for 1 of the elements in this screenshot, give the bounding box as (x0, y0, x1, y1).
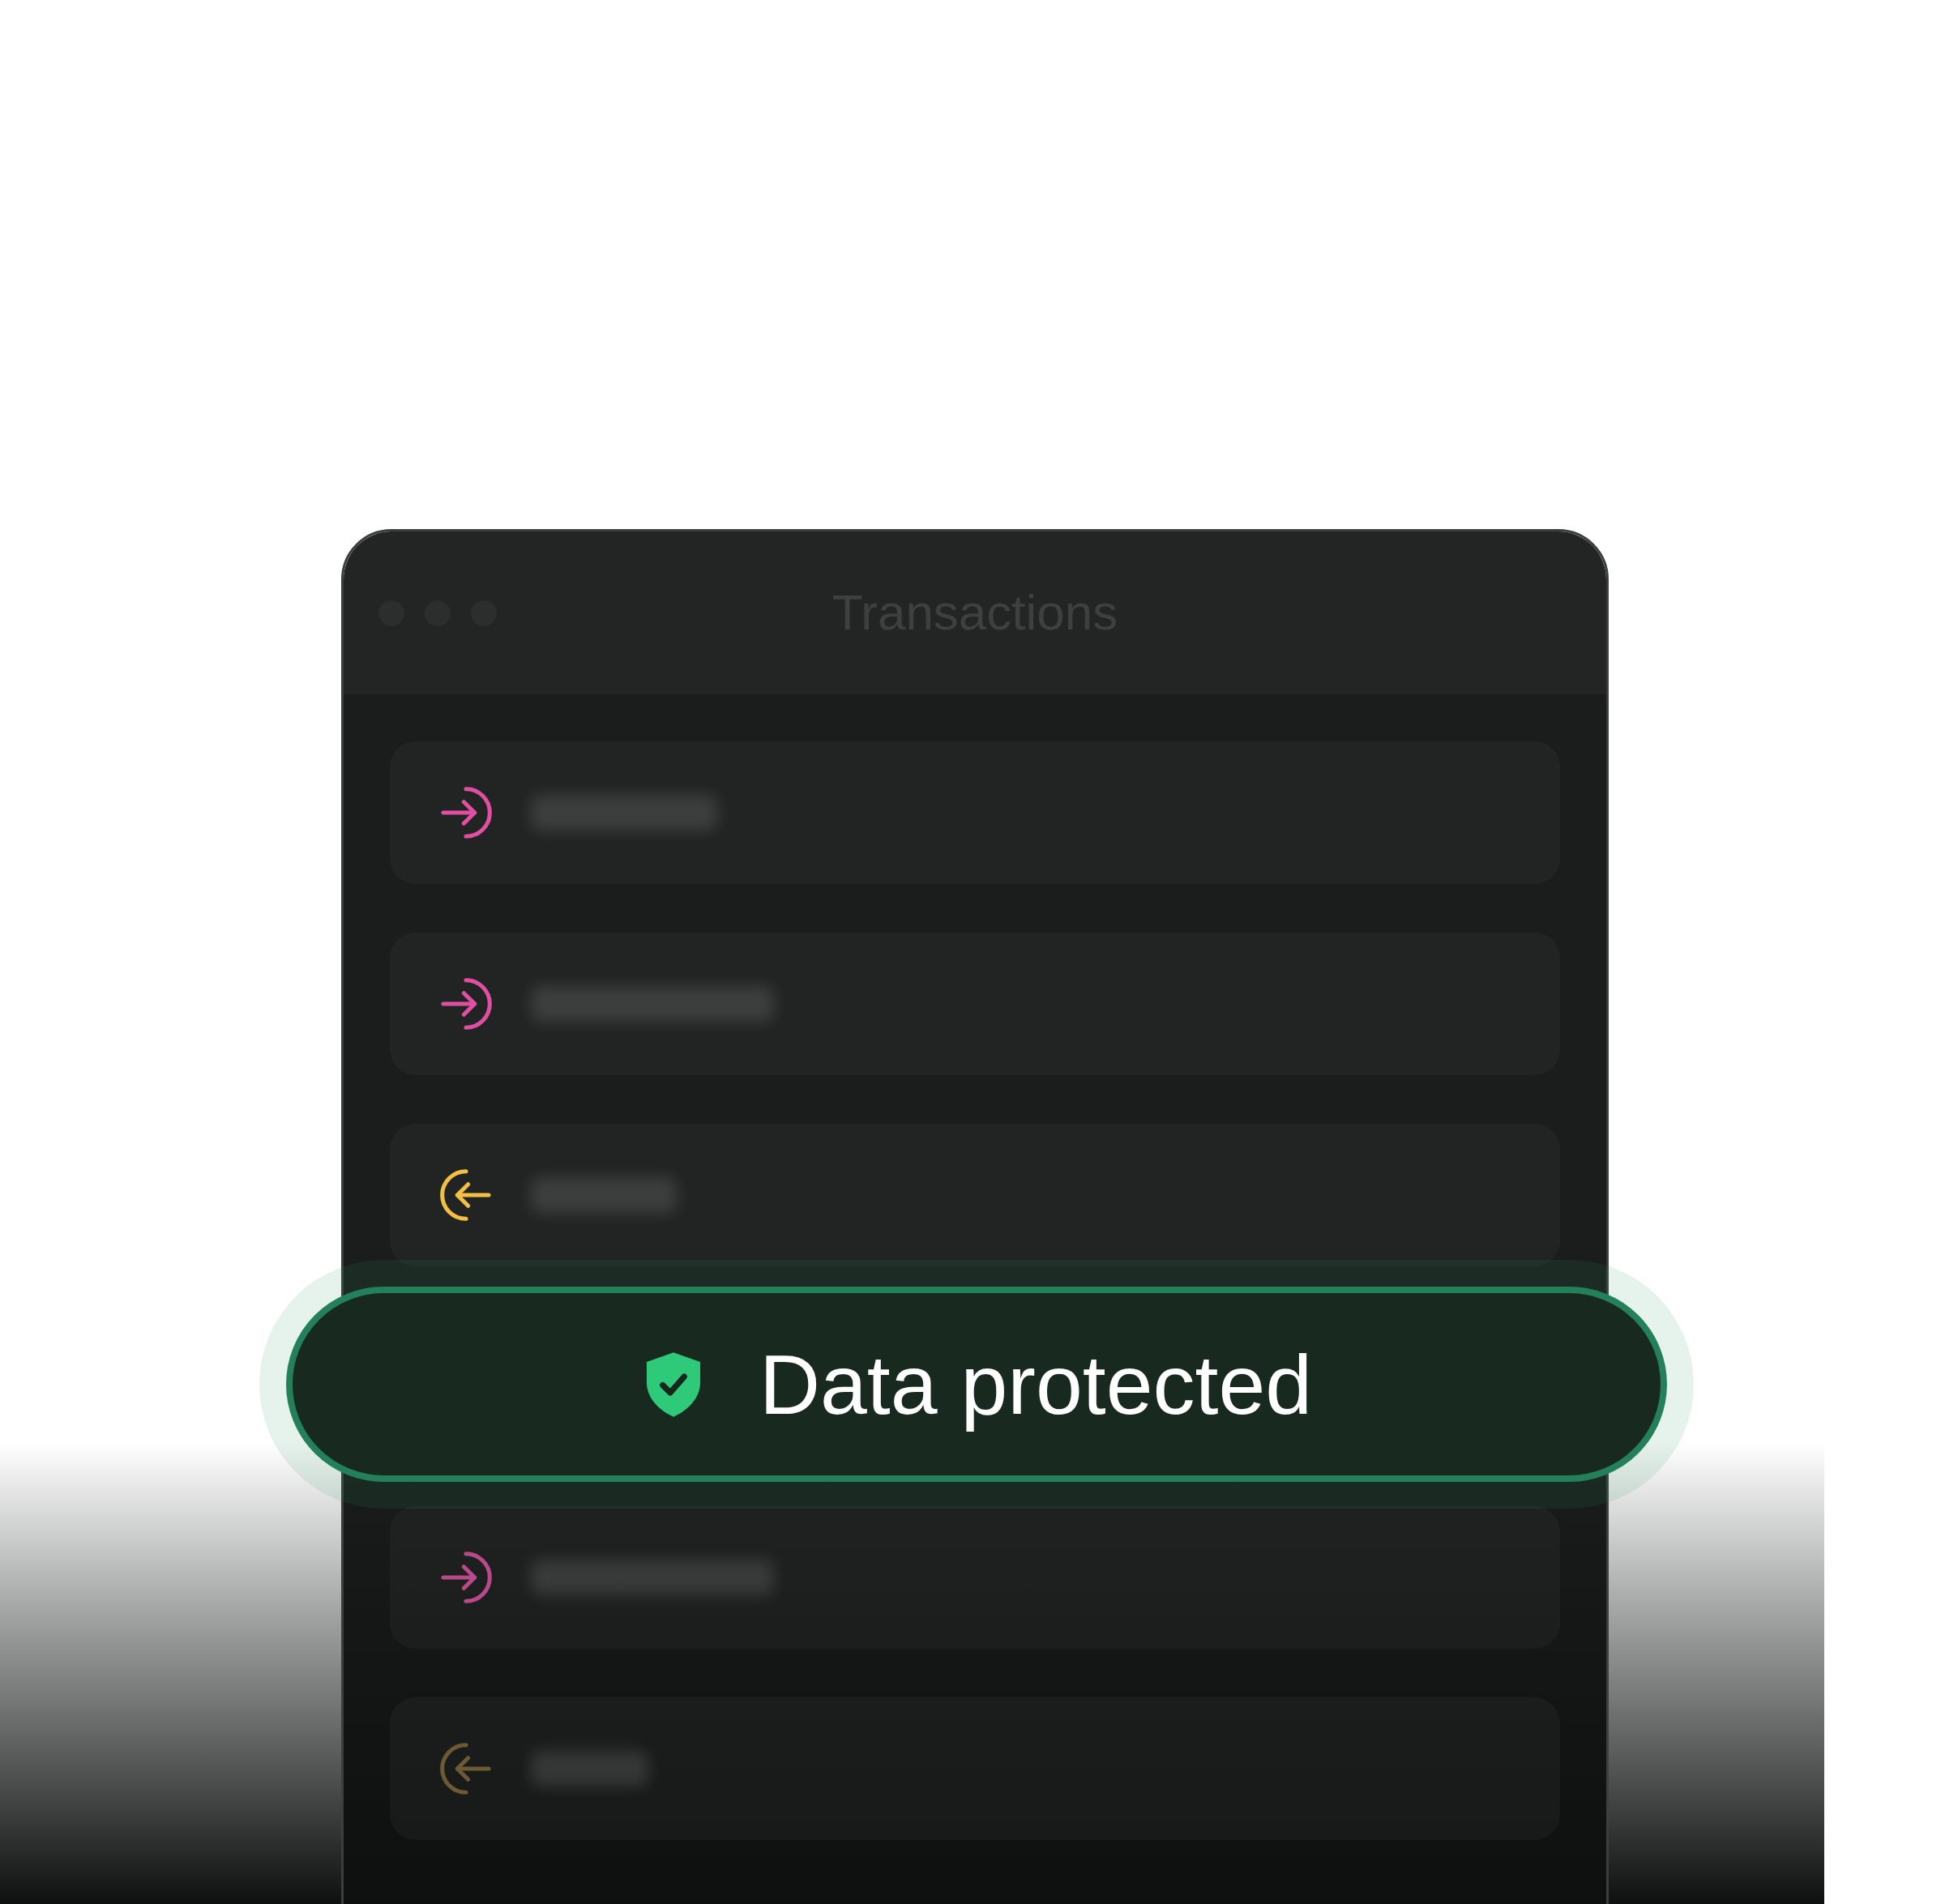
badge-label: Data protected (759, 1336, 1313, 1433)
